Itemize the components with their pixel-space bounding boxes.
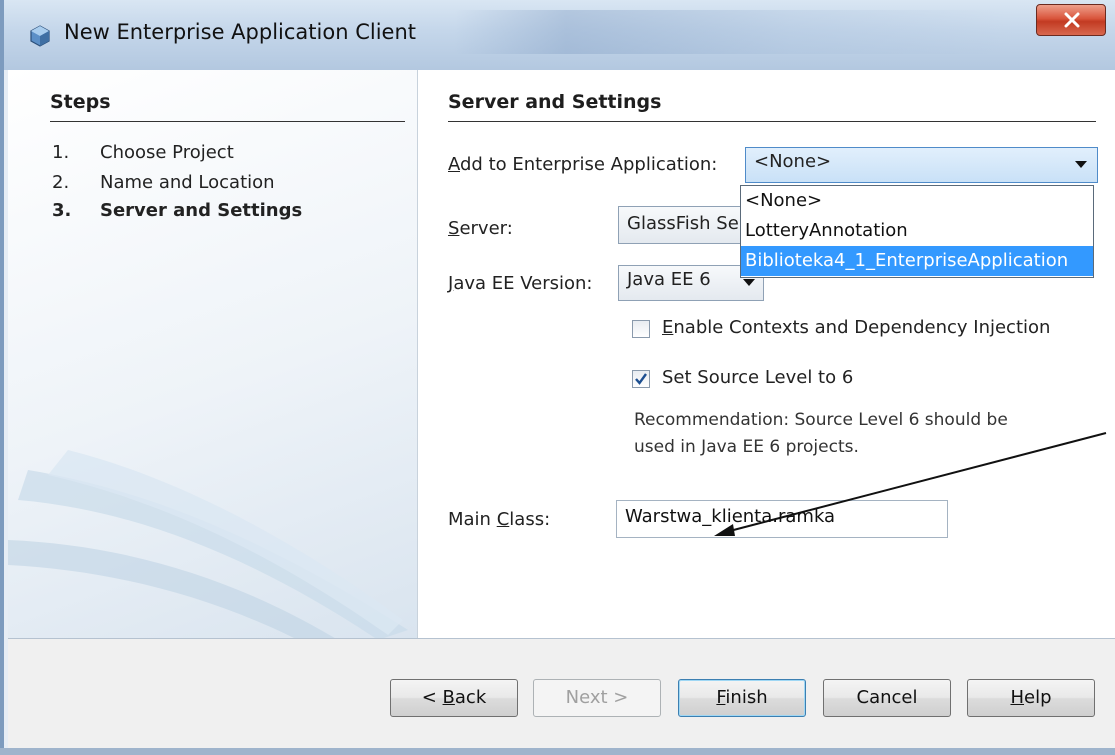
enterprise-app-label: Add to Enterprise Application:: [448, 154, 717, 175]
netbeans-cube-icon: [28, 24, 52, 48]
next-button[interactable]: Next >: [533, 679, 661, 717]
button-text: inish: [725, 687, 768, 708]
step-number: 1.: [52, 142, 70, 163]
chevron-down-icon[interactable]: [1075, 161, 1087, 168]
help-button[interactable]: Help: [967, 679, 1095, 717]
window-title: New Enterprise Application Client: [64, 20, 416, 44]
label-text: nable Contexts and Dependency Injection: [673, 317, 1051, 338]
steps-divider: [50, 121, 405, 122]
wizard-content: Steps 1. Choose Project 2. Name and Locati…: [8, 70, 1115, 638]
dropdown-option[interactable]: LotteryAnnotation: [741, 216, 1093, 246]
recommendation-text: Recommendation: Source Level 6 should be…: [634, 407, 1008, 461]
step-label: Name and Location: [100, 172, 275, 193]
label-text: dd to Enterprise Application:: [460, 154, 718, 175]
settings-panel: Server and Settings Add to Enterprise Ap…: [418, 70, 1115, 638]
mnemonic-letter: B: [442, 687, 455, 708]
dialog-window: New Enterprise Application Client Steps …: [0, 0, 1115, 755]
title-bar[interactable]: New Enterprise Application Client: [4, 0, 1115, 70]
javaee-version-label: Java EE Version:: [448, 273, 592, 294]
step-item-2: 2. Name and Location: [52, 172, 275, 193]
step-label: Server and Settings: [100, 200, 303, 221]
cdi-checkbox-label[interactable]: Enable Contexts and Dependency Injection: [662, 317, 1050, 338]
main-class-label: Main Class:: [448, 509, 550, 530]
dropdown-option-highlighted[interactable]: Biblioteka4_1_EnterpriseApplication: [741, 246, 1093, 276]
button-text: elp: [1024, 687, 1052, 708]
chevron-down-icon[interactable]: [743, 279, 755, 286]
label-text: erver:: [459, 218, 513, 239]
cdi-checkbox[interactable]: [632, 320, 650, 338]
swoosh-graphic: [8, 450, 408, 638]
title-bar-decoration: [454, 10, 1014, 54]
selected-value: Java EE 6: [627, 269, 711, 290]
enterprise-app-select[interactable]: <None>: [745, 147, 1098, 183]
dropdown-option[interactable]: <None>: [741, 186, 1093, 216]
section-heading: Server and Settings: [448, 91, 662, 113]
mnemonic-letter: S: [448, 218, 460, 239]
cancel-button[interactable]: Cancel: [823, 679, 951, 717]
server-label: Server:: [448, 218, 513, 239]
enterprise-app-dropdown-list[interactable]: <None> LotteryAnnotation Biblioteka4_1_E…: [740, 185, 1094, 278]
mnemonic-letter: A: [448, 154, 460, 175]
label-text: Main: [448, 509, 497, 530]
server-select[interactable]: GlassFish Se: [618, 206, 758, 244]
label-text: lass:: [509, 509, 551, 530]
finish-button[interactable]: Finish: [678, 679, 806, 717]
window-bottom-edge: [0, 748, 1115, 755]
steps-panel: Steps 1. Choose Project 2. Name and Locati…: [8, 70, 418, 638]
close-button[interactable]: [1036, 4, 1106, 36]
step-number: 3.: [52, 200, 72, 221]
step-label: Choose Project: [100, 142, 234, 163]
mnemonic-letter: E: [662, 317, 674, 338]
source-level-label[interactable]: Set Source Level to 6: [662, 367, 853, 388]
label-text: ava EE Version:: [453, 273, 593, 294]
selected-value: GlassFish Se: [627, 213, 739, 234]
selected-value: <None>: [754, 151, 832, 172]
main-class-input[interactable]: Warstwa_klienta.ramka: [616, 500, 948, 538]
recommendation-line: used in Java EE 6 projects.: [634, 437, 859, 457]
recommendation-line: Recommendation: Source Level 6 should be: [634, 410, 1008, 430]
mnemonic-letter: H: [1010, 687, 1025, 708]
checkmark-icon: [635, 373, 647, 385]
step-item-1: 1. Choose Project: [52, 142, 234, 163]
source-level-checkbox[interactable]: [632, 370, 650, 388]
section-divider: [448, 121, 1096, 122]
steps-heading: Steps: [50, 91, 111, 113]
back-button[interactable]: < Back: [390, 679, 518, 717]
button-text: <: [421, 687, 443, 708]
button-bar: < Back Next > Finish Cancel Help: [8, 639, 1115, 755]
input-value: Warstwa_klienta.ramka: [625, 506, 836, 527]
step-number: 2.: [52, 172, 70, 193]
mnemonic-letter: C: [496, 509, 510, 530]
button-text: ack: [454, 687, 487, 708]
step-item-3-current: 3. Server and Settings: [52, 200, 302, 221]
